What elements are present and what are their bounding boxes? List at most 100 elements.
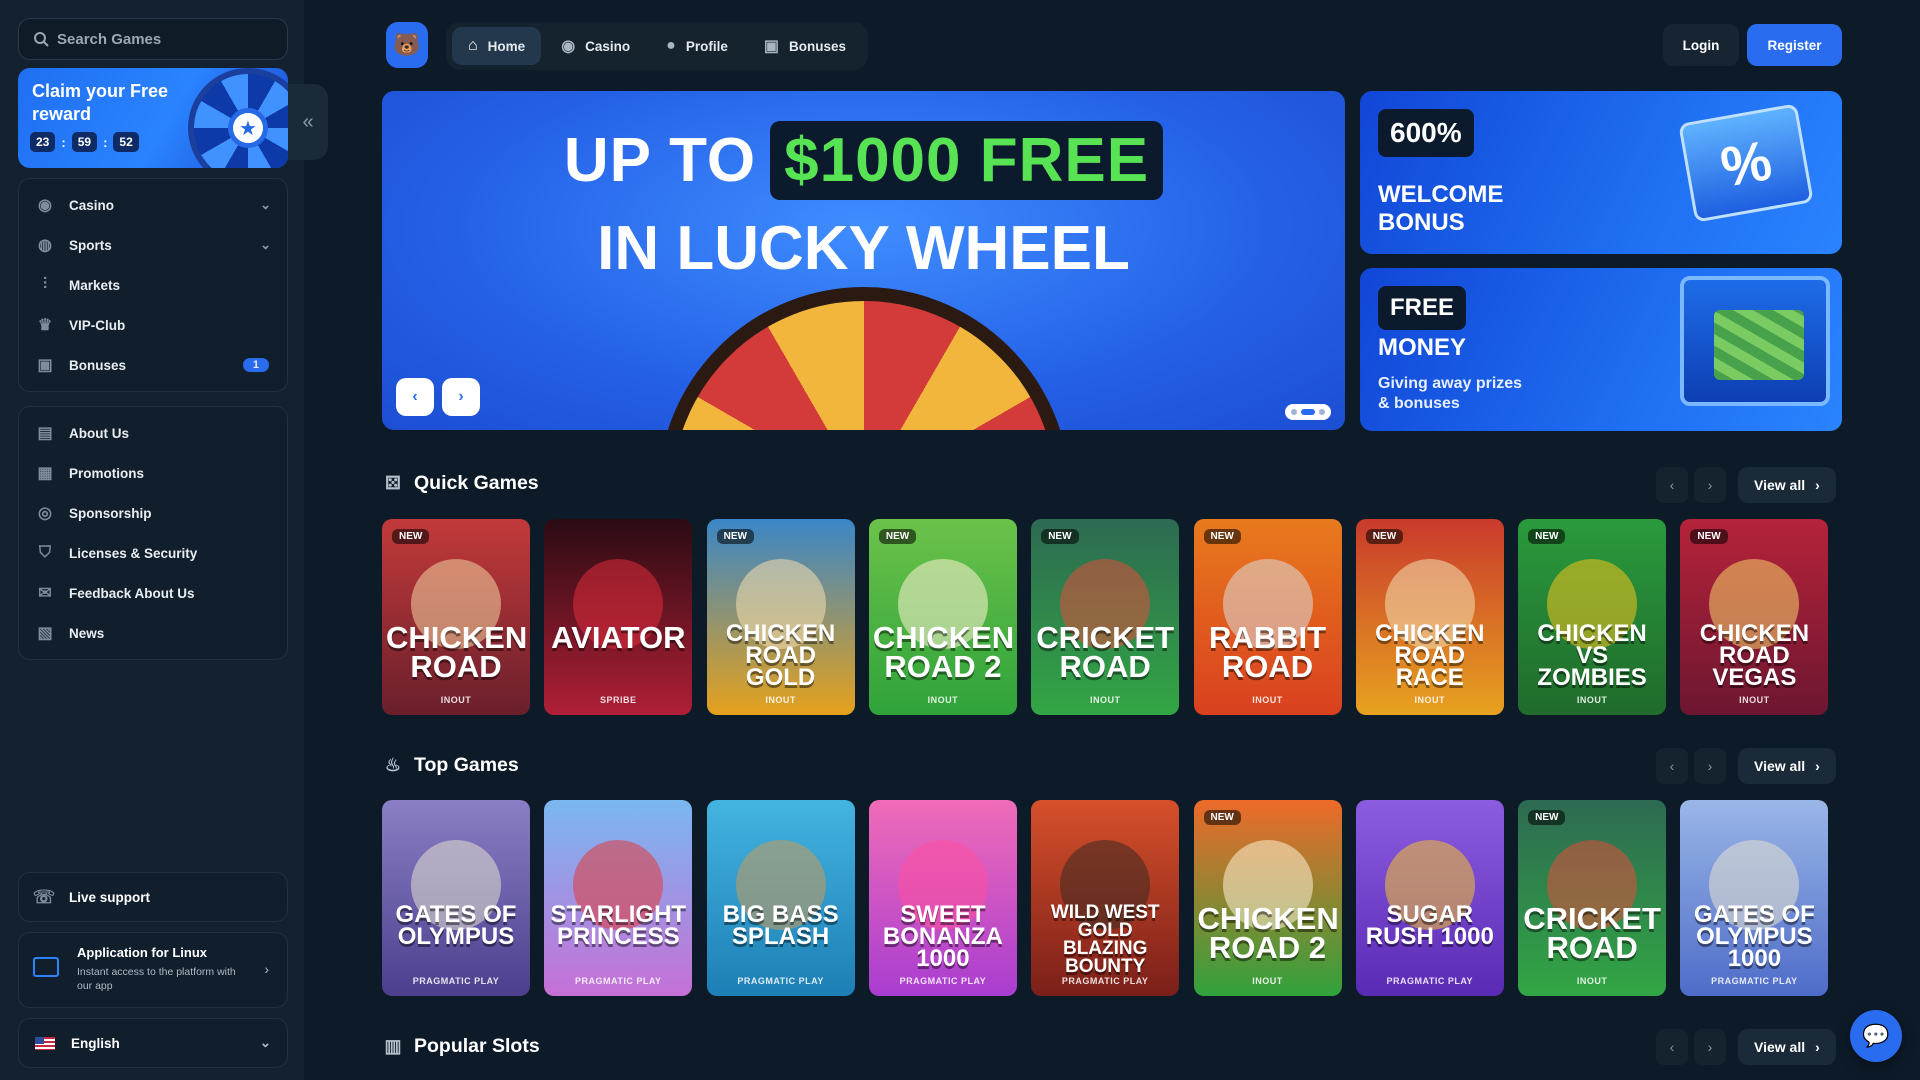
sidebar-item-promotions[interactable]: ▦ Promotions (19, 453, 287, 493)
game-card[interactable]: GATES OF OLYMPUS PRAGMATIC PLAY (382, 800, 530, 996)
popular-slots-controls: ‹ › View all › (1656, 1029, 1836, 1065)
carousel-dot[interactable] (1291, 409, 1297, 415)
language-selector[interactable]: English ⌄ (18, 1018, 288, 1068)
game-card[interactable]: NEW CHICKEN ROAD INOUT (382, 519, 530, 715)
sidebar-item-label: News (69, 625, 105, 641)
register-button[interactable]: Register (1747, 24, 1842, 66)
game-provider: INOUT (1252, 695, 1283, 705)
timer-seconds: 52 (113, 132, 139, 152)
sidebar-item-vip-club[interactable]: ♛ VIP-Club (19, 305, 287, 345)
game-card[interactable]: WILD WEST GOLD BLAZING BOUNTY PRAGMATIC P… (1031, 800, 1180, 996)
game-card[interactable]: BIG BASS SPLASH PRAGMATIC PLAY (706, 800, 855, 996)
search-input[interactable] (57, 30, 277, 48)
sidebar-item-sports[interactable]: ◍ Sports ⌄ (19, 225, 287, 265)
sidebar-item-label: Licenses & Security (69, 545, 198, 561)
new-badge: NEW (1528, 529, 1566, 544)
game-card[interactable]: NEW CHICKEN ROAD 2 INOUT (868, 519, 1017, 715)
sidebar-item-licenses-security[interactable]: ⛉ Licenses & Security (19, 533, 287, 573)
free-money-subtitle: Giving away prizes & bonuses (1378, 375, 1523, 412)
quick-games-label: Quick Games (414, 472, 539, 494)
sidebar-item-casino[interactable]: ◉ Casino ⌄ (19, 185, 287, 225)
game-title: CHICKEN ROAD GOLD (725, 620, 836, 691)
nav-profile[interactable]: ● Profile (650, 27, 744, 65)
flame-icon: ♨ (384, 755, 402, 775)
game-card[interactable]: NEW CHICKEN VS ZOMBIES INOUT (1518, 519, 1667, 715)
game-title: CHICKEN ROAD (386, 620, 528, 684)
hero-prev-button[interactable]: ‹ (396, 378, 434, 416)
site-logo[interactable]: 🐻 (386, 22, 428, 68)
main-menu: ◉ Casino ⌄ ◍ Sports ⌄ ⫶ Markets ♛ VIP-Club ▣ Bonuse… (18, 178, 288, 392)
collapse-sidebar-button[interactable]: « (288, 84, 328, 160)
game-card[interactable]: NEW CHICKEN ROAD GOLD INOUT (706, 519, 855, 715)
game-card[interactable]: NEW RABBIT ROAD INOUT (1193, 519, 1342, 715)
free-reward-banner[interactable]: Claim your Free reward 23 : 59 : 52 ★ (18, 68, 288, 168)
game-title: SWEET BONANZA 1000 (882, 901, 1003, 972)
game-card[interactable]: NEW CRICKET ROAD INOUT (1031, 519, 1180, 715)
sidebar-item-news[interactable]: ▧ News (19, 613, 287, 653)
game-card[interactable]: AVIATOR SPRIBE (544, 519, 693, 715)
quick-games-prev-button[interactable]: ‹ (1656, 467, 1688, 503)
carousel-dots[interactable] (1285, 404, 1331, 420)
new-badge: NEW (1203, 810, 1241, 825)
top-games-view-all-button[interactable]: View all › (1738, 748, 1836, 784)
carousel-dot[interactable] (1319, 409, 1325, 415)
nav-profile-label: Profile (685, 38, 728, 54)
sidebar-item-bonuses[interactable]: ▣ Bonuses 1 (19, 345, 287, 385)
search-icon (33, 31, 49, 47)
popular-slots-view-all-button[interactable]: View all › (1738, 1029, 1836, 1065)
game-card[interactable]: SWEET BONANZA 1000 PRAGMATIC PLAY (868, 800, 1017, 996)
chevron-down-icon: ⌄ (260, 237, 271, 252)
gift-icon: ▣ (37, 357, 53, 374)
chevron-right-icon: › (264, 961, 269, 977)
game-card[interactable]: STARLIGHT PRINCESS PRAGMATIC PLAY (544, 800, 693, 996)
sidebar-item-about-us[interactable]: ▤ About Us (19, 413, 287, 453)
quick-games-view-all-button[interactable]: View all › (1738, 467, 1836, 503)
app-subtitle: Instant access to the platform with our … (77, 966, 236, 992)
new-badge: NEW (1690, 529, 1728, 544)
carousel-dot-active[interactable] (1301, 409, 1315, 415)
game-title: CHICKEN ROAD VEGAS (1699, 620, 1810, 691)
chevron-right-icon: › (1815, 758, 1820, 774)
hero-next-button[interactable]: › (442, 378, 480, 416)
top-games-prev-button[interactable]: ‹ (1656, 748, 1688, 784)
game-card[interactable]: NEW CHICKEN ROAD RACE INOUT (1355, 519, 1504, 715)
game-card[interactable]: NEW CRICKET ROAD INOUT (1518, 800, 1667, 996)
game-title: CHICKEN ROAD RACE (1375, 620, 1485, 691)
game-provider: INOUT (1576, 976, 1608, 986)
lucky-wheel-image (658, 287, 1070, 430)
sidebar-item-markets[interactable]: ⫶ Markets (19, 265, 287, 305)
bonus-percent-tag: 600% (1378, 109, 1474, 157)
nav-casino[interactable]: ◉ Casino (545, 27, 646, 65)
sidebar-item-feedback-about-us[interactable]: ✉ Feedback About Us (19, 573, 287, 613)
game-provider: INOUT (1089, 695, 1121, 705)
live-support-button[interactable]: ☏ Live support (18, 872, 288, 922)
top-games-row: GATES OF OLYMPUS PRAGMATIC PLAY STARLIGHT … (382, 800, 1842, 996)
chat-bubble-button[interactable]: 💬 (1850, 1010, 1902, 1062)
game-provider: INOUT (927, 695, 959, 705)
login-button[interactable]: Login (1663, 24, 1739, 66)
app-download-card[interactable]: Application for Linux Instant access to … (18, 932, 288, 1008)
free-money-banner[interactable]: FREE MONEY Giving away prizes & bonuses (1360, 268, 1842, 431)
search-box[interactable] (18, 18, 288, 60)
game-card[interactable]: NEW CHICKEN ROAD 2 INOUT (1193, 800, 1342, 996)
top-games-title: ♨ Top Games (382, 754, 519, 777)
book-icon: ▤ (37, 425, 53, 442)
hero-carousel[interactable]: UP TO $1000 FREE IN LUCKY WHEEL ‹ › (382, 91, 1345, 430)
popular-slots-prev-button[interactable]: ‹ (1656, 1029, 1688, 1065)
game-title: GATES OF OLYMPUS 1000 (1693, 901, 1815, 972)
casino-chip-icon: ◉ (561, 38, 576, 55)
game-provider: PRAGMATIC PLAY (1061, 976, 1149, 986)
sidebar-item-sponsorship[interactable]: ◎ Sponsorship (19, 493, 287, 533)
sidebar-item-label: Sponsorship (69, 505, 152, 521)
game-card[interactable]: GATES OF OLYMPUS 1000 PRAGMATIC PLAY (1680, 800, 1829, 996)
quick-games-next-button[interactable]: › (1694, 467, 1726, 503)
nav-bonuses[interactable]: ▣ Bonuses (748, 27, 862, 65)
popular-slots-next-button[interactable]: › (1694, 1029, 1726, 1065)
chevron-right-icon: › (1815, 477, 1820, 493)
nav-home[interactable]: ⌂ Home (452, 27, 542, 65)
medal-icon: ◎ (38, 505, 52, 522)
game-card[interactable]: SUGAR RUSH 1000 PRAGMATIC PLAY (1355, 800, 1504, 996)
game-card[interactable]: NEW CHICKEN ROAD VEGAS INOUT (1680, 519, 1829, 715)
welcome-bonus-banner[interactable]: 600% WELCOME BONUS % (1360, 91, 1842, 254)
top-games-next-button[interactable]: › (1694, 748, 1726, 784)
